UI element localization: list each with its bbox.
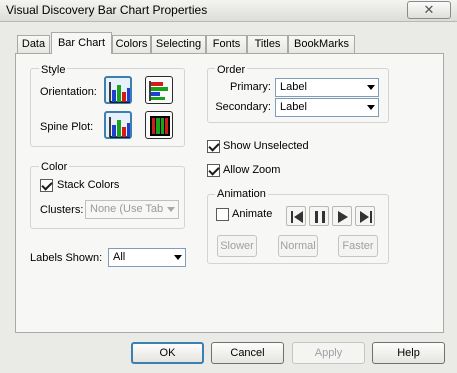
chevron-down-icon — [174, 255, 182, 260]
allow-zoom-label: Allow Zoom — [223, 164, 281, 176]
tab-data[interactable]: Data — [17, 35, 50, 53]
allow-zoom-checkbox[interactable] — [207, 164, 220, 177]
chevron-down-icon — [167, 207, 175, 212]
show-unselected-label: Show Unselected — [223, 140, 309, 152]
play-button[interactable] — [332, 206, 352, 226]
primary-order-value: Label — [280, 81, 307, 93]
pause-button[interactable] — [309, 206, 329, 226]
secondary-order-value: Label — [280, 101, 307, 113]
cancel-button[interactable]: Cancel — [211, 342, 284, 364]
spine-plot-label: Spine Plot: — [40, 121, 94, 133]
color-group — [30, 166, 185, 229]
clusters-label: Clusters: — [40, 204, 84, 216]
animate-checkbox[interactable] — [216, 208, 229, 221]
apply-button[interactable]: Apply — [292, 342, 365, 364]
tab-bookmarks[interactable]: BookMarks — [288, 35, 355, 53]
bar-chart-icon — [109, 117, 130, 138]
skip-to-end-button[interactable] — [355, 206, 375, 226]
help-button[interactable]: Help — [372, 342, 445, 364]
spine-plot-on-button[interactable] — [145, 111, 173, 139]
secondary-label: Secondary: — [215, 101, 271, 113]
slower-button[interactable]: Slower — [217, 235, 257, 257]
skip-to-start-button[interactable] — [286, 206, 306, 226]
order-group-title: Order — [215, 64, 248, 76]
labels-shown-select[interactable]: All — [108, 248, 186, 267]
skip-back-icon — [291, 211, 303, 223]
vertical-bar-chart-icon — [109, 82, 130, 103]
close-button[interactable]: ✕ — [407, 1, 451, 19]
clusters-value: None (Use Tab — [90, 203, 164, 215]
tab-titles[interactable]: Titles — [247, 35, 288, 53]
spine-plot-icon — [150, 116, 170, 136]
tab-colors[interactable]: Colors — [112, 35, 151, 53]
primary-order-select[interactable]: Label — [275, 78, 379, 97]
stack-colors-label: Stack Colors — [57, 179, 120, 191]
animate-label: Animate — [232, 208, 273, 220]
close-icon: ✕ — [423, 2, 435, 17]
pause-icon — [315, 211, 325, 223]
labels-shown-value: All — [113, 251, 126, 263]
show-unselected-checkbox[interactable] — [207, 140, 220, 153]
window-title: Visual Discovery Bar Chart Properties — [6, 3, 208, 17]
orientation-label: Orientation: — [40, 86, 97, 98]
secondary-order-select[interactable]: Label — [275, 98, 379, 117]
primary-label: Primary: — [230, 81, 271, 93]
style-group-title: Style — [39, 64, 68, 76]
ok-button[interactable]: OK — [131, 342, 204, 364]
faster-button[interactable]: Faster — [338, 235, 378, 257]
stack-colors-checkbox[interactable] — [40, 179, 53, 192]
spine-plot-off-button[interactable] — [104, 111, 132, 139]
tab-bar-chart[interactable]: Bar Chart — [51, 32, 112, 54]
chevron-down-icon — [367, 105, 375, 110]
tab-selecting[interactable]: Selecting — [151, 35, 206, 53]
normal-button[interactable]: Normal — [278, 235, 318, 257]
orientation-vertical-button[interactable] — [104, 76, 132, 104]
clusters-select[interactable]: None (Use Tab — [85, 200, 179, 219]
color-group-title: Color — [39, 161, 70, 173]
skip-forward-icon — [360, 211, 372, 223]
play-icon — [338, 211, 348, 223]
labels-shown-label: Labels Shown: — [30, 252, 103, 264]
horizontal-bar-chart-icon — [149, 81, 168, 101]
chevron-down-icon — [367, 85, 375, 90]
orientation-horizontal-button[interactable] — [145, 76, 173, 104]
animation-group-title: Animation — [215, 188, 268, 200]
tab-fonts[interactable]: Fonts — [206, 35, 247, 53]
